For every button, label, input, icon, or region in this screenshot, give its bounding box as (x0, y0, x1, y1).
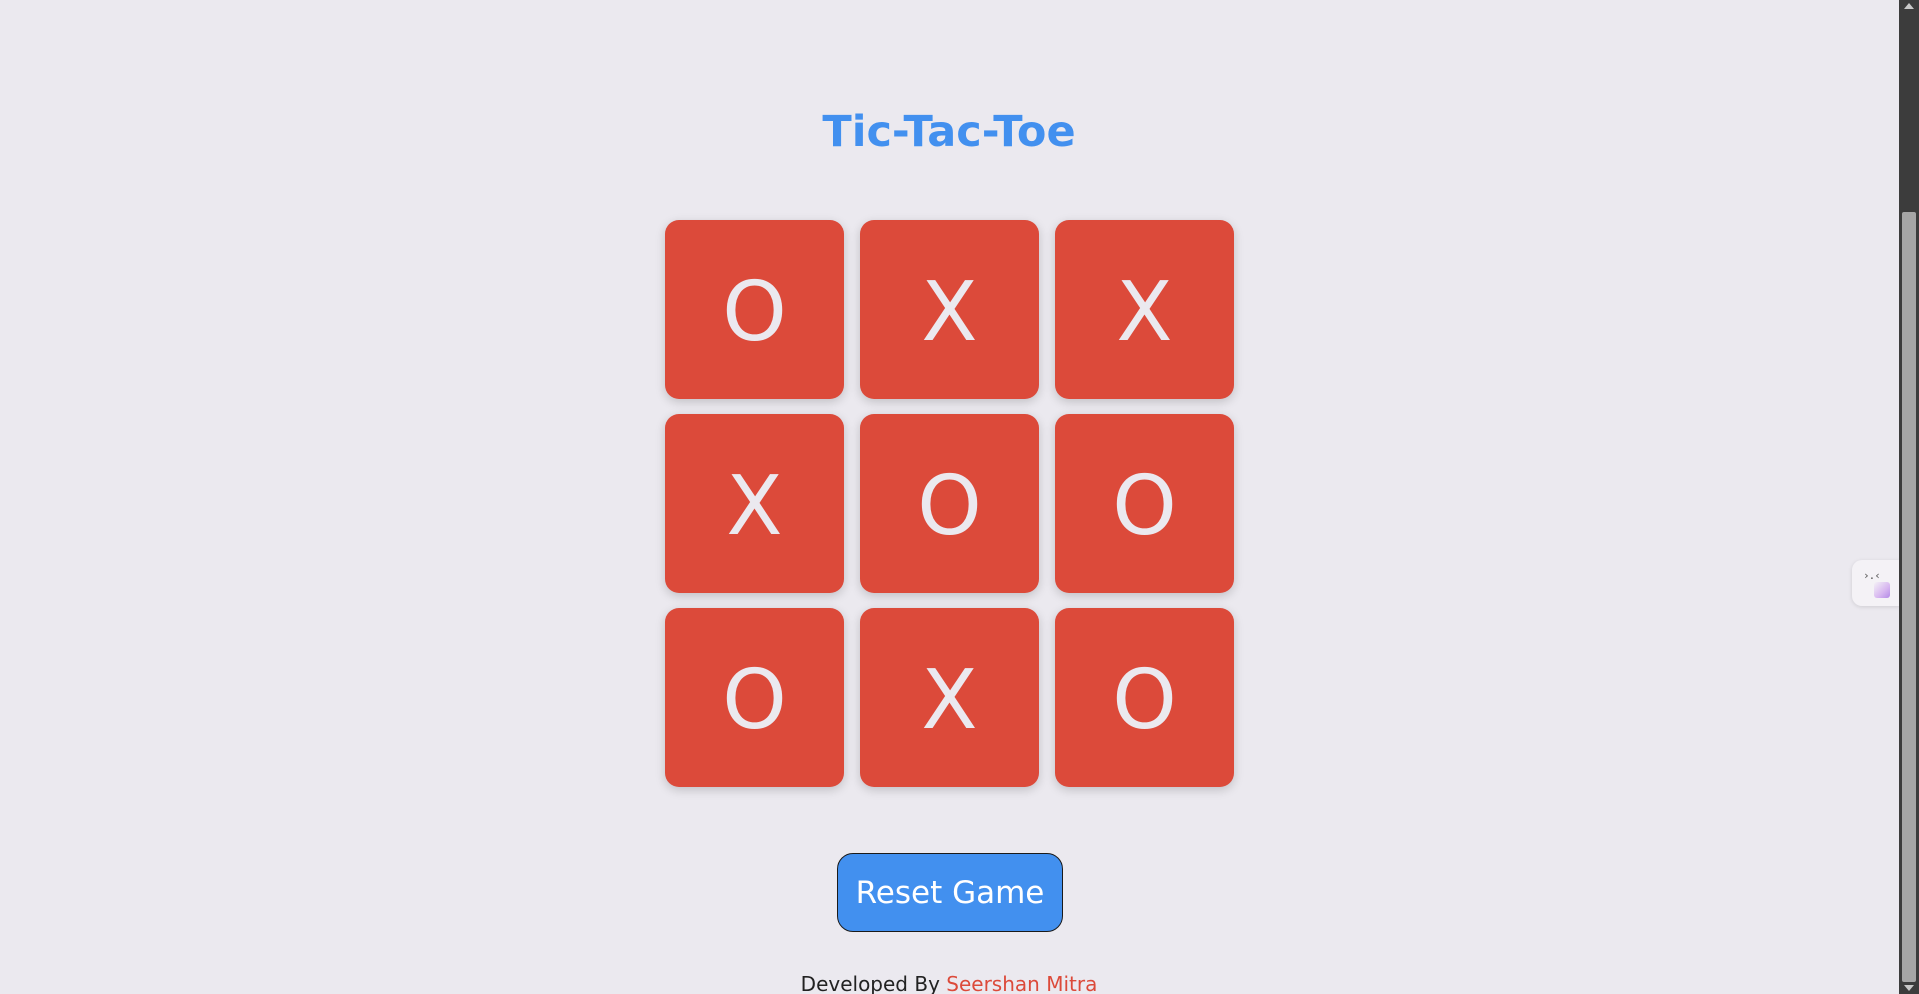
board-cell-3[interactable]: X (1055, 220, 1234, 399)
board-cell-7[interactable]: O (665, 608, 844, 787)
footer-credit: Developed By Seershan Mitra (0, 972, 1898, 994)
extension-widget-icon: ›.‹ (1863, 569, 1881, 582)
board-cell-9[interactable]: O (1055, 608, 1234, 787)
author-link[interactable]: Seershan Mitra (946, 972, 1097, 994)
scroll-up-arrow-icon[interactable] (1904, 3, 1914, 9)
board-cell-8[interactable]: X (860, 608, 1039, 787)
extension-widget[interactable]: ›.‹ (1852, 560, 1900, 606)
page-title: Tic-Tac-Toe (822, 107, 1076, 157)
game-board: O X X X O O O X O (665, 220, 1235, 788)
scroll-down-arrow-icon[interactable] (1904, 985, 1914, 991)
board-cell-1[interactable]: O (665, 220, 844, 399)
scrollbar-thumb[interactable] (1902, 212, 1916, 982)
reset-game-button[interactable]: Reset Game (837, 853, 1063, 932)
widget-corner-graphic (1874, 582, 1890, 598)
vertical-scrollbar[interactable] (1899, 0, 1919, 994)
board-cell-2[interactable]: X (860, 220, 1039, 399)
board-cell-6[interactable]: O (1055, 414, 1234, 593)
footer-prefix: Developed By (800, 972, 940, 994)
board-cell-5[interactable]: O (860, 414, 1039, 593)
board-cell-4[interactable]: X (665, 414, 844, 593)
game-page: Tic-Tac-Toe O X X X O O O X O Reset Game… (0, 0, 1919, 994)
